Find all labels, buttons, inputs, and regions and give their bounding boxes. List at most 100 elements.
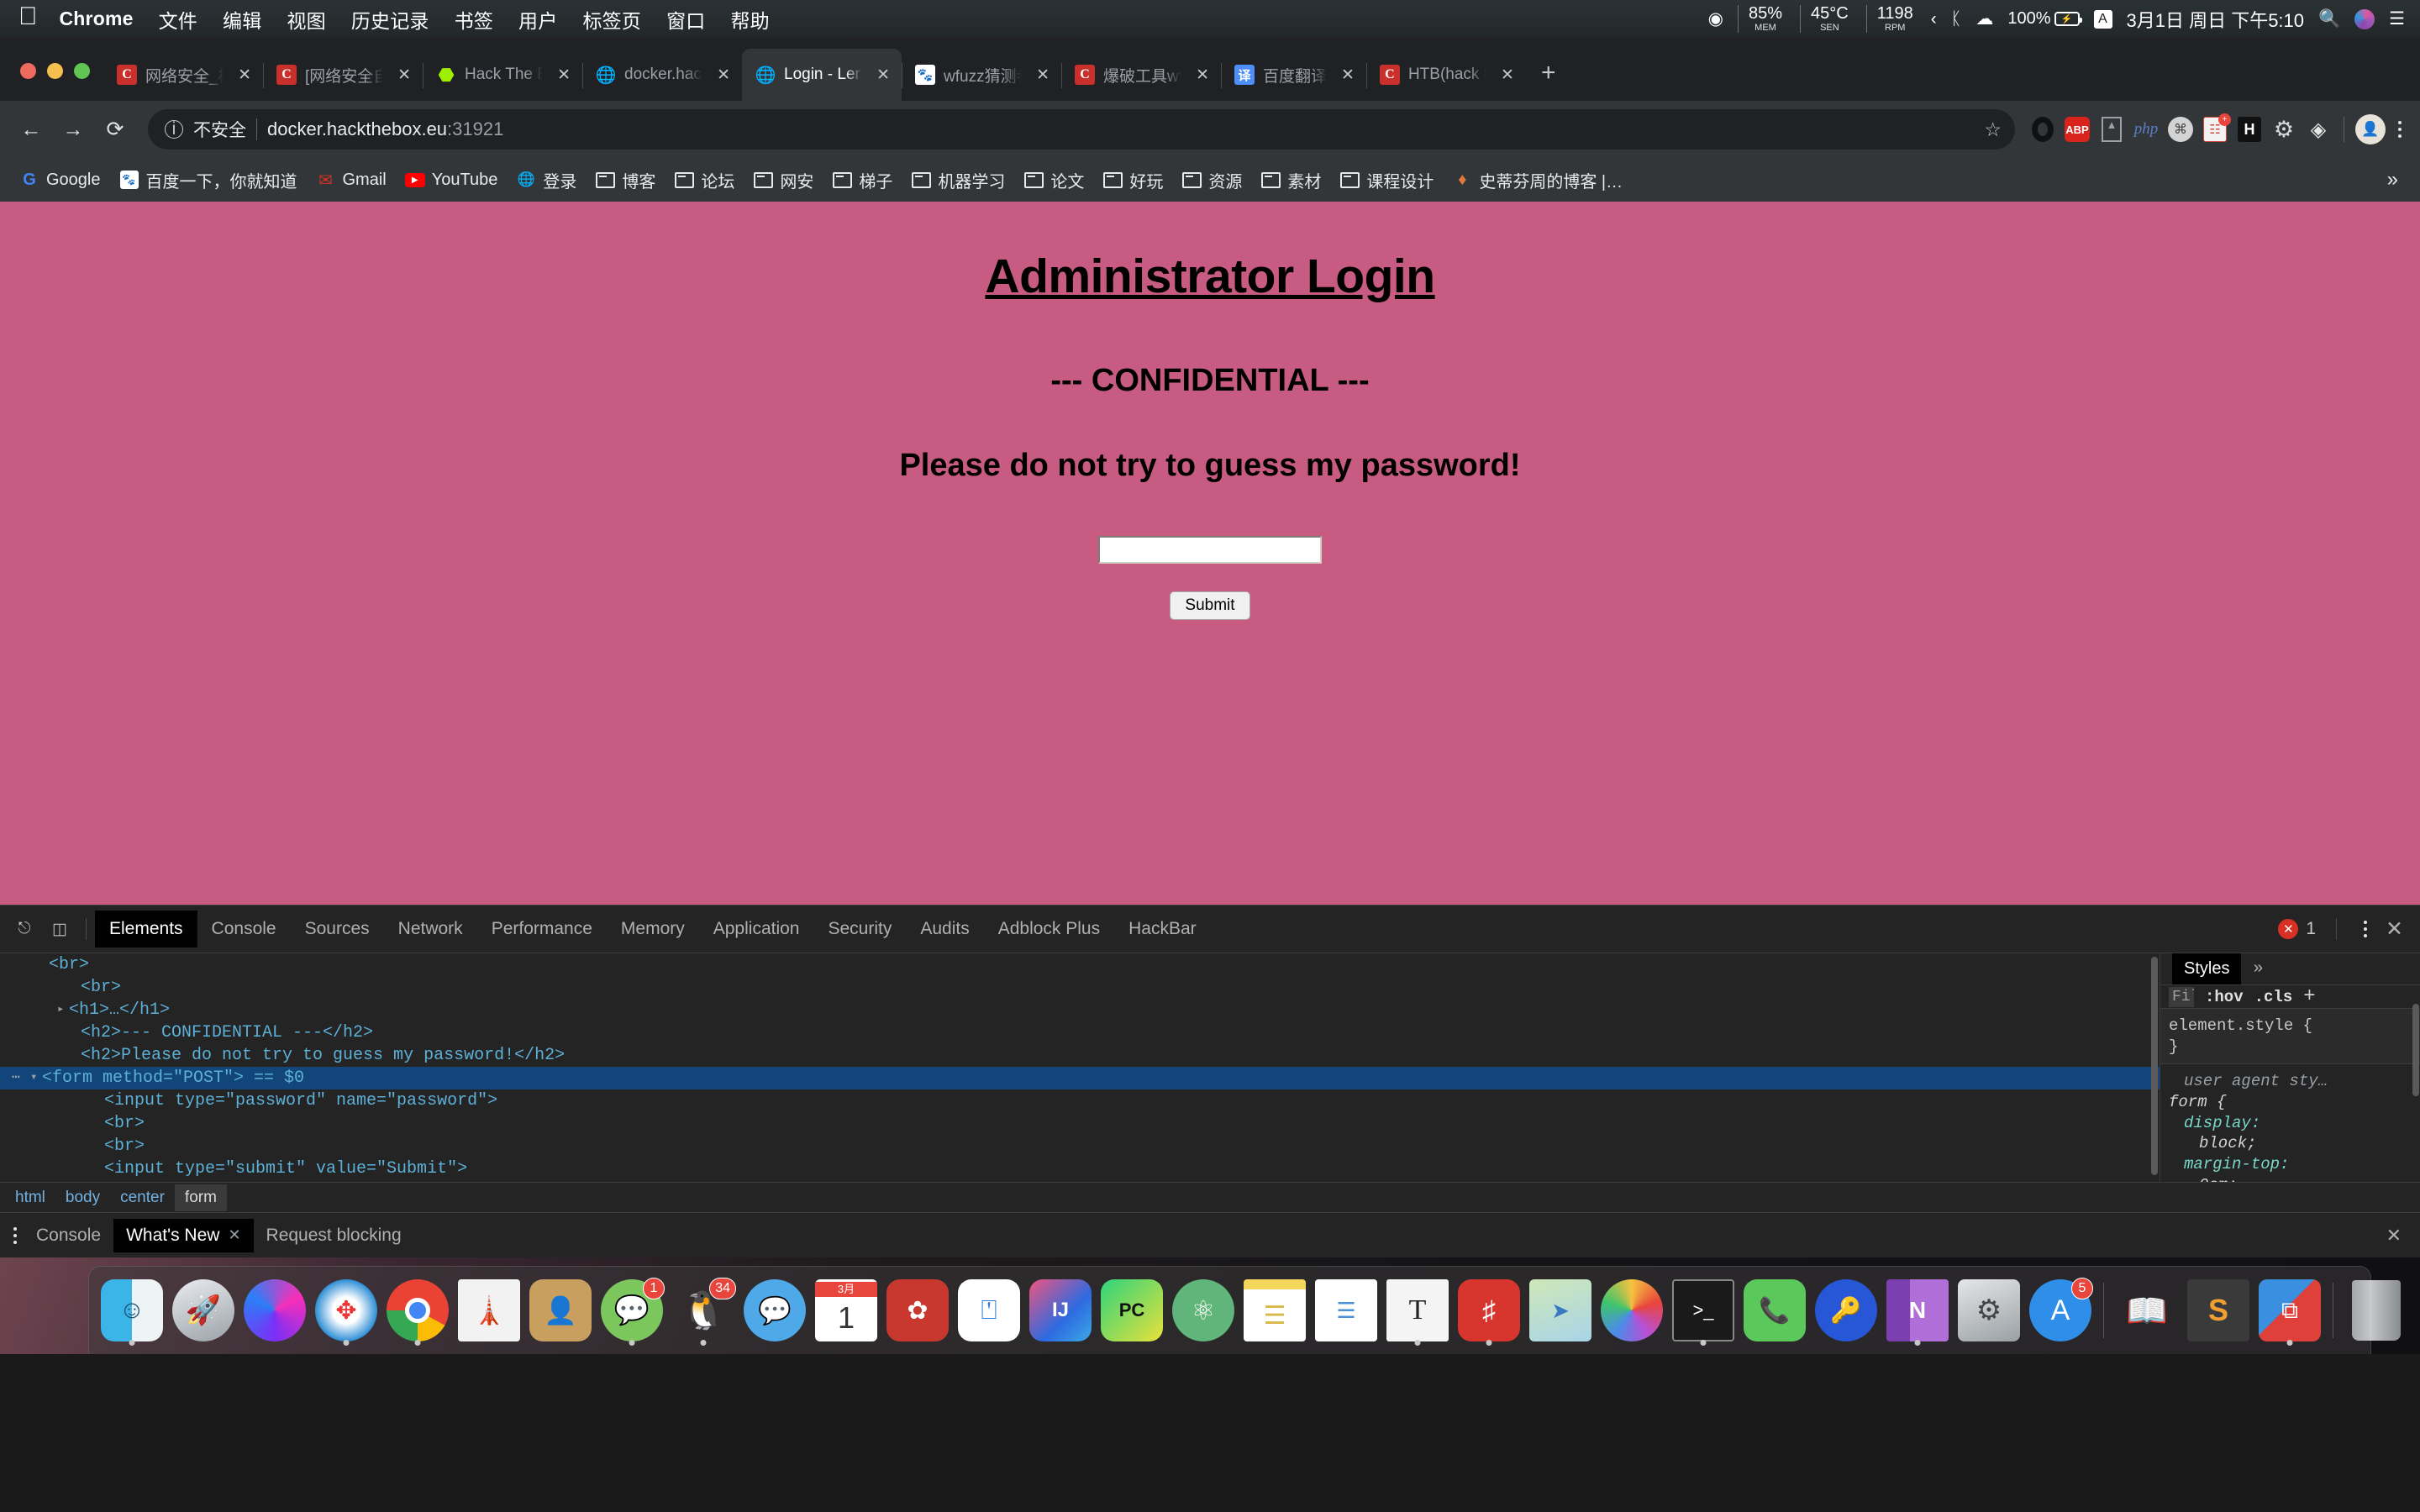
- tab-sources[interactable]: Sources: [291, 911, 384, 948]
- dom-scrollbar[interactable]: [2151, 957, 2158, 1175]
- breadcrumb-body[interactable]: body: [55, 1184, 110, 1211]
- tab-close-icon[interactable]: ✕: [232, 66, 251, 85]
- menubar-item-file[interactable]: 文件: [159, 5, 197, 34]
- menubar-clock[interactable]: 3月1日 周日 下午5:10: [2127, 6, 2305, 33]
- submit-button[interactable]: Submit: [1170, 591, 1250, 620]
- browser-tab[interactable]: C 网络安全_杨秀 ✕: [103, 49, 263, 101]
- tab-close-icon[interactable]: ✕: [1335, 66, 1355, 85]
- dock-item-siri[interactable]: [240, 1276, 309, 1345]
- dom-line-selected[interactable]: ⋯ ▾ <form method="POST"> == $0: [0, 1067, 2160, 1089]
- dock-item-maps[interactable]: ➤: [1526, 1276, 1595, 1345]
- menubar-item-chrome[interactable]: Chrome: [60, 8, 134, 30]
- command-icon[interactable]: ⌘: [2166, 115, 2195, 144]
- dock-item-textedit[interactable]: T: [1383, 1276, 1452, 1346]
- dock-item-1password[interactable]: 🔑: [1812, 1276, 1881, 1345]
- gear-icon[interactable]: ⚙: [2270, 115, 2298, 144]
- bookmark-folder[interactable]: 课程设计: [1330, 163, 1443, 197]
- php-icon[interactable]: php: [2132, 115, 2160, 144]
- dock-item-calendar[interactable]: 3月 1: [812, 1276, 881, 1345]
- dock-item-system-preferences[interactable]: ⚙: [1954, 1276, 2023, 1345]
- css-property-name[interactable]: display:: [2169, 1113, 2412, 1134]
- bookmark-item[interactable]: ▶ YouTube: [396, 165, 508, 195]
- bookmark-item[interactable]: G Google: [10, 165, 110, 195]
- browser-tab[interactable]: 译 百度翻译 ✕: [1221, 49, 1366, 101]
- fan-stat[interactable]: 1198 RPM: [1865, 5, 1917, 33]
- bookmark-folder[interactable]: 论坛: [665, 163, 744, 197]
- tab-close-icon[interactable]: ✕: [551, 66, 571, 85]
- dom-line[interactable]: <br>: [0, 976, 2160, 999]
- tab-audits[interactable]: Audits: [906, 911, 983, 948]
- tab-performance[interactable]: Performance: [477, 911, 607, 948]
- device-toolbar-icon[interactable]: ◫: [42, 911, 77, 947]
- dock-item-finder[interactable]: ☺: [97, 1276, 166, 1346]
- bookmark-folder[interactable]: 网安: [744, 163, 823, 197]
- bookmark-item[interactable]: 🐾 百度一下，你就知道: [110, 163, 307, 197]
- tab-styles[interactable]: Styles: [2172, 953, 2242, 984]
- browser-tab[interactable]: C 爆破工具wfuzz ✕: [1061, 49, 1221, 101]
- element-style-rule[interactable]: element.style { }: [2160, 1009, 2420, 1065]
- adblock-plus-icon[interactable]: ABP: [2063, 115, 2091, 144]
- styles-scrollbar[interactable]: [2412, 1004, 2419, 1096]
- dock-item-netease-music[interactable]: ♯: [1455, 1276, 1523, 1346]
- dom-line[interactable]: <br>: [0, 1112, 2160, 1135]
- bookmark-folder[interactable]: 素材: [1251, 163, 1330, 197]
- tab-memory[interactable]: Memory: [607, 911, 699, 948]
- mindmap-icon[interactable]: ☷ +: [2201, 113, 2231, 144]
- dock-item-chrome[interactable]: [383, 1276, 452, 1346]
- dock-item-intellij-idea[interactable]: IJ: [1026, 1276, 1095, 1345]
- bookmark-folder[interactable]: 博客: [586, 163, 665, 197]
- menubar-item-help[interactable]: 帮助: [730, 5, 769, 34]
- istat-menus-icon[interactable]: ◉: [1708, 8, 1723, 29]
- dock-item-mail[interactable]: 🗼: [455, 1276, 523, 1345]
- bookmark-item[interactable]: ♦ 史蒂芬周的博客 |…: [1443, 163, 1632, 197]
- dom-line[interactable]: <input type="password" name="password">: [0, 1089, 2160, 1112]
- address-bar[interactable]: i 不安全 docker.hackthebox.eu:31921 ☆: [148, 109, 2015, 150]
- battery-status[interactable]: 100% ⚡: [2007, 9, 2082, 29]
- dom-line[interactable]: <input type="submit" value="Submit">: [0, 1158, 2160, 1180]
- apple-menu-icon[interactable]: : [18, 4, 38, 29]
- menubar-item-window[interactable]: 窗口: [666, 5, 705, 34]
- styles-more-tabs-button[interactable]: »: [2253, 959, 2263, 979]
- temperature-stat[interactable]: 45°C SEN: [1800, 5, 1852, 33]
- menubar-item-tab[interactable]: 标签页: [582, 5, 641, 34]
- dock-item-trash[interactable]: [2342, 1276, 2411, 1345]
- menubar-item-profiles[interactable]: 用户: [518, 5, 557, 34]
- dock-item-messages[interactable]: 💬: [740, 1276, 809, 1345]
- dock-item-drive[interactable]: ⍞: [955, 1276, 1023, 1345]
- bookmark-item[interactable]: 🌐 登录: [507, 163, 586, 197]
- dom-line[interactable]: ▸ <h1>…</h1>: [0, 999, 2160, 1021]
- dock-item-contacts[interactable]: 👤: [526, 1276, 595, 1345]
- menubar-item-edit[interactable]: 编辑: [223, 5, 261, 34]
- drawer-tab-request-blocking[interactable]: Request blocking: [254, 1219, 414, 1252]
- wifi-icon[interactable]: ☁: [1975, 8, 1993, 29]
- tab-elements[interactable]: Elements: [95, 911, 197, 948]
- dom-line[interactable]: <h2>--- CONFIDENTIAL ---</h2>: [0, 1021, 2160, 1044]
- styles-filter-input[interactable]: Fil: [2169, 986, 2194, 1007]
- new-style-rule-button[interactable]: +: [2303, 985, 2315, 1008]
- back-button[interactable]: ←: [12, 110, 50, 149]
- bookmarks-overflow-button[interactable]: »: [2375, 168, 2410, 192]
- dock-item-terminal[interactable]: >_: [1669, 1276, 1738, 1346]
- tab-hackbar[interactable]: HackBar: [1114, 911, 1211, 948]
- browser-tab-active[interactable]: 🌐 Login - Lernae ✕: [742, 49, 902, 101]
- breadcrumb-html[interactable]: html: [5, 1184, 55, 1211]
- drawer-tab-close-icon[interactable]: ✕: [228, 1226, 240, 1244]
- dock-item-safari[interactable]: ✥: [312, 1276, 381, 1346]
- reload-button[interactable]: ⟳: [96, 110, 134, 149]
- expand-triangle-icon[interactable]: ▸: [57, 1001, 69, 1018]
- chrome-menu-button[interactable]: [2391, 119, 2408, 139]
- opera-icon[interactable]: [2028, 115, 2057, 144]
- dock-item-wechat[interactable]: 💬 1: [597, 1276, 666, 1346]
- dock-item-facetime[interactable]: 📞: [1740, 1276, 1809, 1345]
- cursor-select-icon[interactable]: ⎋: [7, 911, 42, 947]
- menubar-item-view[interactable]: 视图: [287, 5, 325, 34]
- screenshot-icon[interactable]: ▲: [2097, 115, 2126, 144]
- tab-application[interactable]: Application: [699, 911, 814, 948]
- bluetooth-icon[interactable]: ᛕ: [1951, 9, 1962, 29]
- memory-stat[interactable]: 85% MEM: [1738, 5, 1786, 33]
- browser-tab[interactable]: 🐾 wfuzz猜测参数 ✕: [902, 49, 1061, 101]
- css-property-value[interactable]: block;: [2169, 1133, 2412, 1154]
- molecule-icon[interactable]: ◈: [2304, 115, 2333, 144]
- dock-item-sublime-text[interactable]: S: [2184, 1276, 2253, 1345]
- tab-close-icon[interactable]: ✕: [1495, 66, 1514, 85]
